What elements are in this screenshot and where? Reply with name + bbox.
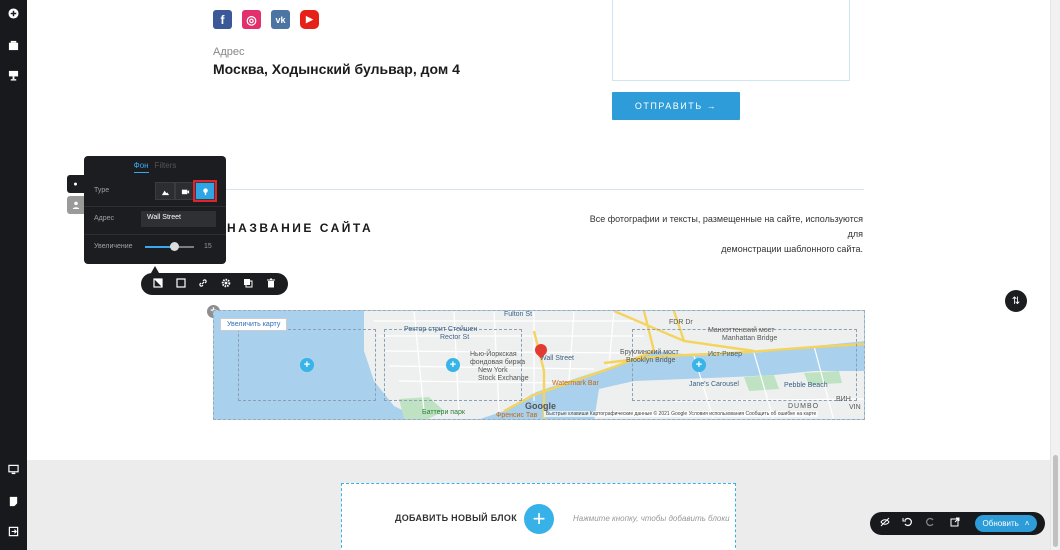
layers-icon[interactable] <box>0 32 27 58</box>
page-icon[interactable] <box>0 488 27 514</box>
map-label-nyse2: фондовая биржа <box>470 359 526 366</box>
vk-icon[interactable]: vk <box>271 10 290 29</box>
exit-icon[interactable] <box>0 518 27 544</box>
monitor-icon[interactable] <box>0 456 27 482</box>
map-label-rector-en: Rector St <box>440 334 470 341</box>
map-label-fdr: FDR Dr <box>669 319 693 326</box>
type-label: Type <box>94 187 110 194</box>
add-content-button[interactable]: + <box>446 358 460 372</box>
send-button[interactable]: ОТПРАВИТЬ → <box>612 92 740 120</box>
redo-icon[interactable] <box>924 517 938 529</box>
facebook-icon[interactable]: f <box>213 10 232 29</box>
rights-line-1: Все фотографии и тексты, размещенные на … <box>589 214 863 239</box>
instagram-icon[interactable]: ◎ <box>242 10 261 29</box>
add-block-hint: Нажмите кнопку, чтобы добавить блоки <box>573 514 730 523</box>
add-content-button[interactable]: + <box>692 358 706 372</box>
add-block-button[interactable]: + <box>524 504 554 534</box>
map-label-wallst: Wall Street <box>540 355 574 362</box>
map-label-francis: Френсис Тав <box>496 412 538 419</box>
add-content-button[interactable]: + <box>300 358 314 372</box>
enlarge-map-link[interactable]: Увеличить карту <box>220 318 288 331</box>
panel-address-input[interactable]: Wall Street <box>141 211 216 227</box>
background-settings-panel: Фон Filters Type Адрес Wall Street Увели… <box>84 156 226 264</box>
type-switch <box>155 180 217 202</box>
toolbar-pointer <box>151 266 159 273</box>
zoom-value: 15 <box>204 243 212 250</box>
map-label-east-river: Ист-Ривер <box>708 351 743 358</box>
divider <box>213 189 864 190</box>
editor-root: f ◎ vk ▶ Адрес Москва, Ходынский бульвар… <box>0 0 1060 550</box>
panel-address-label: Адрес <box>94 215 115 222</box>
scrollbar-thumb[interactable] <box>1053 455 1058 547</box>
gear-icon[interactable] <box>218 278 234 291</box>
link-icon[interactable] <box>195 278 211 291</box>
background-mode-button[interactable]: ● <box>67 175 84 193</box>
user-mode-button[interactable] <box>67 196 84 214</box>
map-embed[interactable]: Увеличить карту + + + Fulton St Ректор с… <box>213 310 865 420</box>
address-label: Адрес <box>213 46 245 58</box>
image-type-icon[interactable] <box>155 182 175 200</box>
rights-text: Все фотографии и тексты, размещенные на … <box>583 212 863 257</box>
site-name: НАЗВАНИЕ САЙТА <box>227 221 374 235</box>
map-type-icon[interactable] <box>193 180 217 202</box>
duplicate-icon[interactable] <box>240 278 256 291</box>
add-icon[interactable] <box>0 0 27 26</box>
trash-icon[interactable] <box>263 278 279 291</box>
add-block-label: ДОБАВИТЬ НОВЫЙ БЛОК <box>395 513 518 523</box>
zoom-label: Увеличение <box>94 243 133 250</box>
map-label-fulton: Fulton St <box>504 311 533 318</box>
youtube-icon[interactable]: ▶ <box>300 10 319 29</box>
map-label-manhattan-bridge-en: Manhattan Bridge <box>722 335 778 342</box>
border-icon[interactable] <box>173 277 189 291</box>
map-label-nyse-en2: Stock Exchange <box>478 375 529 382</box>
external-link-icon[interactable] <box>948 517 962 529</box>
map-label-manhattan-bridge: Манхэттенский мост <box>708 327 775 334</box>
map-label-brooklyn-bridge: Бруклинский мост <box>620 349 679 356</box>
video-type-icon[interactable] <box>175 182 195 200</box>
map-label-dumbo: DUMBO <box>788 403 820 410</box>
update-button[interactable]: Обновить ˄ <box>975 515 1037 532</box>
tab-filters[interactable]: Filters <box>155 161 177 173</box>
map-label-rector: Ректор стрит Стейшен <box>404 326 478 333</box>
rights-line-2: демонстрации шаблонного сайта. <box>721 244 863 254</box>
map-label-janes: Jane's Carousel <box>689 381 739 388</box>
google-logo: Google <box>525 401 556 411</box>
message-textarea[interactable] <box>612 0 850 81</box>
panel-divider <box>84 234 226 235</box>
reorder-button[interactable]: ⇅ <box>1005 290 1027 312</box>
background-icon[interactable] <box>150 277 166 291</box>
social-links: f ◎ vk ▶ <box>213 10 319 29</box>
panel-tabs: Фон Filters <box>84 161 226 173</box>
zoom-slider[interactable] <box>145 242 194 251</box>
map-label-pebble: Pebble Beach <box>784 382 828 389</box>
element-toolbar <box>141 273 288 295</box>
desktop-icon[interactable] <box>0 62 27 88</box>
map-label-vin2: VIN <box>849 404 861 411</box>
left-toolbar <box>0 0 27 550</box>
zoom-slider-knob[interactable] <box>170 242 180 251</box>
panel-divider <box>84 206 226 207</box>
map-attribution: Быстрые клавиши Картографические данные … <box>544 411 819 417</box>
update-label: Обновить <box>982 519 1019 528</box>
map-label-battery: Баттери парк <box>422 409 465 416</box>
chevron-up-icon[interactable]: ˄ <box>1025 519 1030 528</box>
scrollbar[interactable] <box>1050 0 1060 550</box>
tab-background[interactable]: Фон <box>133 161 149 173</box>
hide-icon[interactable] <box>878 517 892 529</box>
map-label-watermark: Watermark Bar <box>552 380 599 387</box>
map-label-vin: ВИН <box>836 396 851 403</box>
map-label-brooklyn-bridge-en: Brooklyn Bridge <box>626 357 676 364</box>
address-value: Москва, Ходынский бульвар, дом 4 <box>213 61 460 77</box>
undo-icon[interactable] <box>900 517 914 529</box>
map-label-nyse: Нью-Йоркская <box>470 351 517 358</box>
map-label-nyse-en: New York <box>478 367 508 374</box>
